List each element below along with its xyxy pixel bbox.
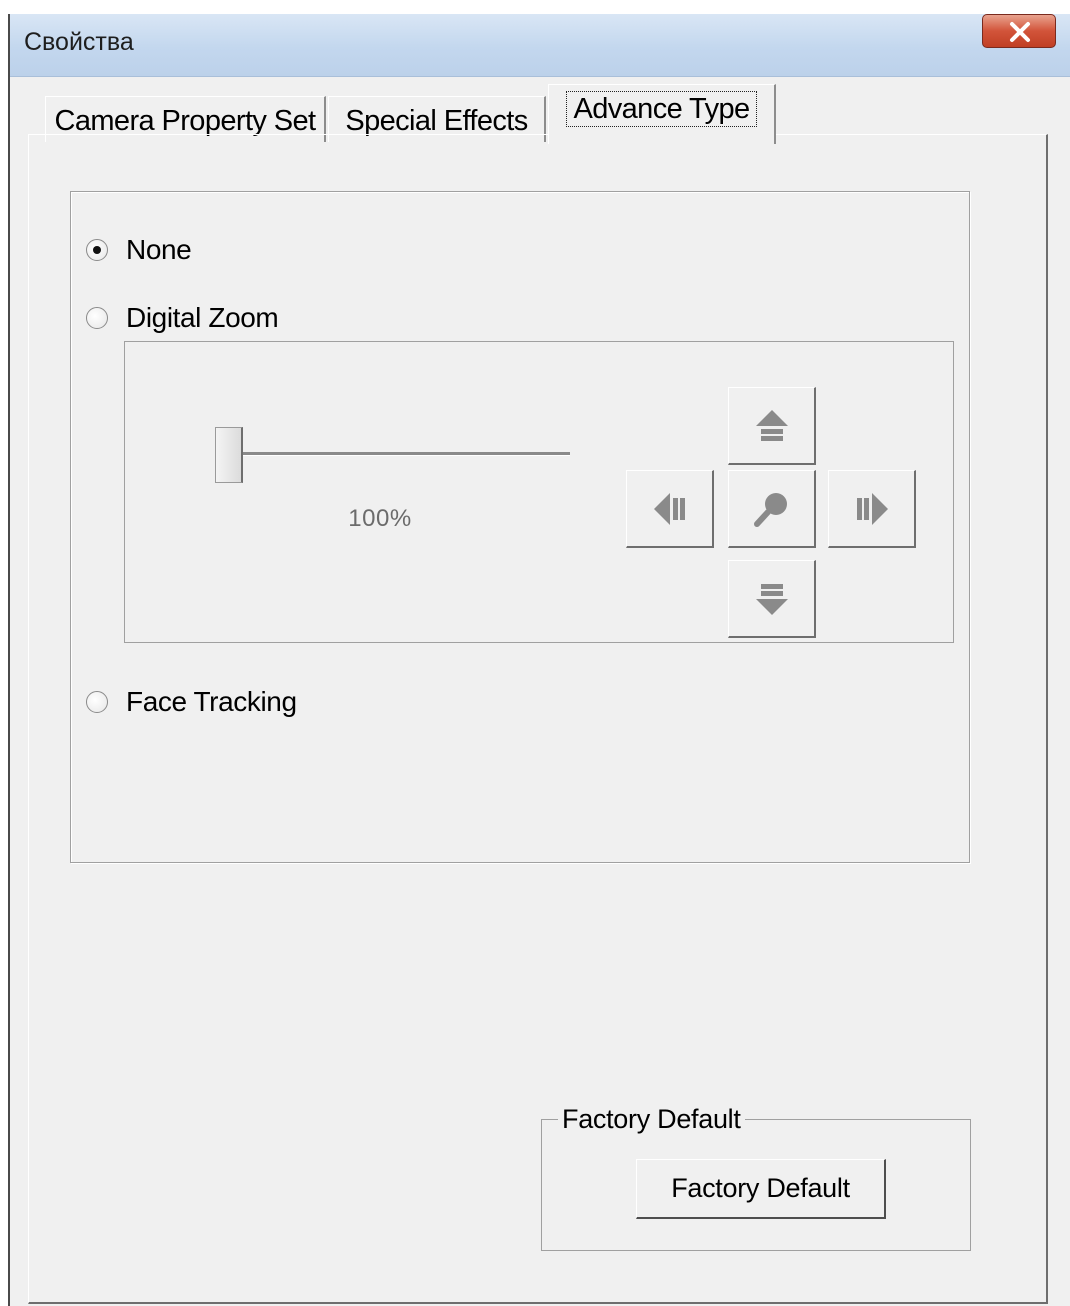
pan-down-button[interactable] xyxy=(728,560,816,638)
tab-label: Special Effects xyxy=(345,105,528,137)
down-arrow-icon xyxy=(755,583,788,615)
pan-right-button[interactable] xyxy=(828,470,916,548)
option-face-tracking[interactable]: Face Tracking xyxy=(86,685,297,719)
right-arrow-icon xyxy=(856,492,888,525)
close-button[interactable] xyxy=(982,14,1056,48)
radio-digital-zoom[interactable] xyxy=(86,307,108,329)
zoom-button[interactable] xyxy=(728,470,816,548)
pan-up-button[interactable] xyxy=(728,387,816,465)
close-icon xyxy=(1010,22,1030,42)
pan-left-button[interactable] xyxy=(626,470,714,548)
factory-default-button[interactable]: Factory Default xyxy=(636,1159,886,1219)
option-face-tracking-label: Face Tracking xyxy=(126,686,297,717)
zoom-magnifier-icon xyxy=(753,492,787,527)
up-arrow-icon xyxy=(755,409,788,441)
factory-default-group-label: Factory Default xyxy=(558,1104,745,1135)
option-digital-zoom[interactable]: Digital Zoom xyxy=(86,301,279,335)
title-bar[interactable]: Свойства xyxy=(10,14,1070,77)
window-title: Свойства xyxy=(24,28,134,56)
tab-label: Camera Property Set xyxy=(54,105,317,137)
left-arrow-icon xyxy=(653,492,685,525)
zoom-slider-thumb[interactable] xyxy=(215,427,243,483)
option-digital-zoom-label: Digital Zoom xyxy=(126,302,279,333)
option-none-label: None xyxy=(126,234,192,265)
tab-advance-type[interactable]: Advance Type xyxy=(548,84,776,144)
radio-none[interactable] xyxy=(86,239,108,261)
option-none[interactable]: None xyxy=(86,233,192,267)
radio-face-tracking[interactable] xyxy=(86,691,108,713)
zoom-slider-track[interactable] xyxy=(240,452,570,456)
zoom-value: 100% xyxy=(348,505,412,532)
tab-label: Advance Type xyxy=(566,91,757,127)
